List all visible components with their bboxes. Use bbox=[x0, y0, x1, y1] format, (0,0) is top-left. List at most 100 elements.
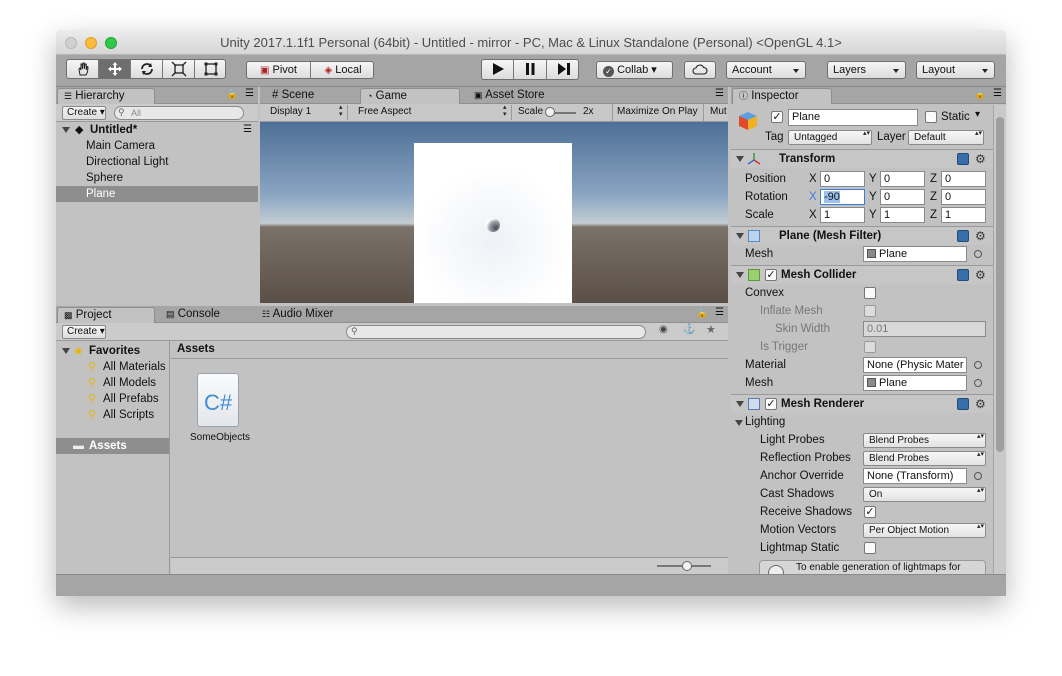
favorite-item[interactable]: ⚲ All Prefabs bbox=[56, 391, 169, 407]
help-book-icon[interactable] bbox=[957, 398, 969, 410]
lock-icon[interactable]: 🔒 bbox=[975, 89, 986, 100]
tab-project[interactable]: ▩ Project bbox=[57, 307, 155, 323]
receive-shadows-checkbox[interactable]: ✓ bbox=[864, 506, 876, 518]
scale-z-field[interactable]: 1 bbox=[941, 207, 986, 223]
object-name-field[interactable]: Plane bbox=[788, 109, 918, 126]
object-picker-icon[interactable] bbox=[974, 472, 982, 480]
collider-mesh-field[interactable]: Plane bbox=[863, 375, 967, 391]
hierarchy-search-input[interactable]: ⚲ All bbox=[114, 106, 244, 120]
transform-header[interactable]: Transform ⚙ bbox=[731, 149, 993, 168]
tag-dropdown[interactable]: Untagged bbox=[788, 130, 872, 145]
tab-hierarchy[interactable]: ☰ Hierarchy bbox=[57, 88, 155, 104]
hierarchy-create-button[interactable]: Create ▾ bbox=[62, 106, 106, 120]
reflection-probes-dropdown[interactable]: Blend Probes bbox=[863, 451, 986, 466]
lock-icon[interactable]: 🔒 bbox=[227, 89, 238, 100]
mesh-renderer-header[interactable]: ✓ Mesh Renderer ⚙ bbox=[731, 394, 993, 413]
convex-checkbox[interactable] bbox=[864, 287, 876, 299]
scale-slider-thumb[interactable] bbox=[545, 107, 555, 117]
lock-icon[interactable]: 🔒 bbox=[697, 308, 708, 319]
hand-tool-button[interactable] bbox=[67, 60, 99, 78]
cloud-button[interactable] bbox=[684, 61, 716, 79]
active-checkbox[interactable]: ✓ bbox=[771, 111, 783, 123]
favorites-row[interactable]: ★ Favorites bbox=[56, 343, 169, 359]
rect-tool-button[interactable] bbox=[195, 60, 225, 78]
static-checkbox[interactable] bbox=[925, 111, 937, 123]
scene-menu-icon[interactable]: ☰ bbox=[243, 122, 252, 138]
local-button[interactable]: ◈ Local bbox=[311, 62, 373, 78]
position-y-field[interactable]: 0 bbox=[880, 171, 925, 187]
object-picker-icon[interactable] bbox=[974, 250, 982, 258]
mesh-collider-header[interactable]: ✓ Mesh Collider ⚙ bbox=[731, 265, 993, 284]
panel-menu-icon[interactable]: ☰ bbox=[245, 88, 254, 99]
display-dropdown[interactable]: Display 1 bbox=[264, 104, 348, 120]
position-x-field[interactable]: 0 bbox=[820, 171, 865, 187]
collab-button[interactable]: ✓ Collab ▾ bbox=[596, 61, 673, 79]
hierarchy-item[interactable]: Main Camera bbox=[56, 138, 258, 154]
pivot-button[interactable]: ▣ Pivot bbox=[247, 62, 311, 78]
object-picker-icon[interactable] bbox=[974, 379, 982, 387]
tab-audio-mixer[interactable]: ☷ Audio Mixer bbox=[256, 307, 356, 323]
mesh-renderer-enabled-checkbox[interactable]: ✓ bbox=[765, 398, 777, 410]
game-render-view[interactable] bbox=[260, 122, 728, 303]
step-button[interactable] bbox=[547, 60, 578, 79]
tab-game[interactable]: ◔ Game bbox=[360, 88, 460, 104]
help-book-icon[interactable] bbox=[957, 269, 969, 281]
filter-by-label-icon[interactable]: ⚓ bbox=[683, 324, 695, 335]
panel-menu-icon[interactable]: ☰ bbox=[715, 88, 724, 99]
aspect-dropdown[interactable]: Free Aspect bbox=[352, 104, 512, 120]
hierarchy-item[interactable]: Directional Light bbox=[56, 154, 258, 170]
gear-icon[interactable]: ⚙ bbox=[975, 269, 986, 281]
move-tool-button[interactable] bbox=[99, 60, 131, 78]
gear-icon[interactable]: ⚙ bbox=[975, 398, 986, 410]
hierarchy-item-selected[interactable]: Plane bbox=[56, 186, 258, 202]
favorite-item[interactable]: ⚲ All Materials bbox=[56, 359, 169, 375]
lightmap-static-checkbox[interactable] bbox=[864, 542, 876, 554]
panel-menu-icon[interactable]: ☰ bbox=[993, 88, 1002, 99]
rotation-y-field[interactable]: 0 bbox=[880, 189, 925, 205]
mesh-filter-header[interactable]: Plane (Mesh Filter) ⚙ bbox=[731, 226, 993, 245]
help-book-icon[interactable] bbox=[957, 230, 969, 242]
scale-x-field[interactable]: 1 bbox=[820, 207, 865, 223]
cast-shadows-dropdown[interactable]: On bbox=[863, 487, 986, 502]
project-search-input[interactable]: ⚲ bbox=[346, 325, 646, 339]
mesh-filter-mesh-field[interactable]: Plane bbox=[863, 246, 967, 262]
scale-y-field[interactable]: 1 bbox=[880, 207, 925, 223]
tab-console[interactable]: ▤ Console bbox=[160, 307, 250, 323]
object-picker-icon[interactable] bbox=[974, 361, 982, 369]
assets-folder-row[interactable]: ▬ Assets bbox=[56, 438, 169, 454]
mesh-collider-enabled-checkbox[interactable]: ✓ bbox=[765, 269, 777, 281]
gear-icon[interactable]: ⚙ bbox=[975, 153, 986, 165]
scene-row-untitled[interactable]: ◆ Untitled* ☰ bbox=[56, 122, 258, 138]
tab-scene[interactable]: # Scene bbox=[266, 88, 356, 104]
layers-dropdown[interactable]: Layers bbox=[827, 61, 906, 79]
favorite-star-icon[interactable]: ★ bbox=[706, 323, 716, 336]
gear-icon[interactable]: ⚙ bbox=[975, 230, 986, 242]
play-button[interactable] bbox=[482, 60, 514, 79]
filter-by-type-icon[interactable]: ◉ bbox=[659, 324, 668, 335]
collider-material-field[interactable]: None (Physic Mater bbox=[863, 357, 967, 373]
position-z-field[interactable]: 0 bbox=[941, 171, 986, 187]
help-book-icon[interactable] bbox=[957, 153, 969, 165]
anchor-override-field[interactable]: None (Transform) bbox=[863, 468, 967, 484]
layout-dropdown[interactable]: Layout bbox=[916, 61, 995, 79]
favorite-item[interactable]: ⚲ All Models bbox=[56, 375, 169, 391]
asset-item-someobjects[interactable]: C# SomeObjects bbox=[185, 368, 255, 448]
mute-audio-toggle[interactable]: Mut bbox=[706, 104, 728, 121]
rotation-x-field[interactable]: -90 bbox=[820, 189, 865, 205]
inspector-scrollbar[interactable] bbox=[993, 105, 1006, 574]
inspector-scrollbar-thumb[interactable] bbox=[996, 117, 1004, 452]
account-dropdown[interactable]: Account bbox=[726, 61, 806, 79]
project-create-button[interactable]: Create ▾ bbox=[62, 325, 106, 339]
breadcrumb[interactable]: Assets bbox=[177, 343, 215, 355]
static-dropdown-arrow-icon[interactable]: ▾ bbox=[975, 109, 980, 120]
motion-vectors-dropdown[interactable]: Per Object Motion bbox=[863, 523, 986, 538]
rotation-z-field[interactable]: 0 bbox=[941, 189, 986, 205]
panel-menu-icon[interactable]: ☰ bbox=[715, 307, 724, 318]
pause-button[interactable] bbox=[514, 60, 547, 79]
light-probes-dropdown[interactable]: Blend Probes bbox=[863, 433, 986, 448]
scale-tool-button[interactable] bbox=[163, 60, 195, 78]
hierarchy-item[interactable]: Sphere bbox=[56, 170, 258, 186]
rotate-tool-button[interactable] bbox=[131, 60, 163, 78]
maximize-on-play-toggle[interactable]: Maximize On Play bbox=[612, 104, 704, 121]
icon-size-slider-thumb[interactable] bbox=[682, 561, 692, 571]
